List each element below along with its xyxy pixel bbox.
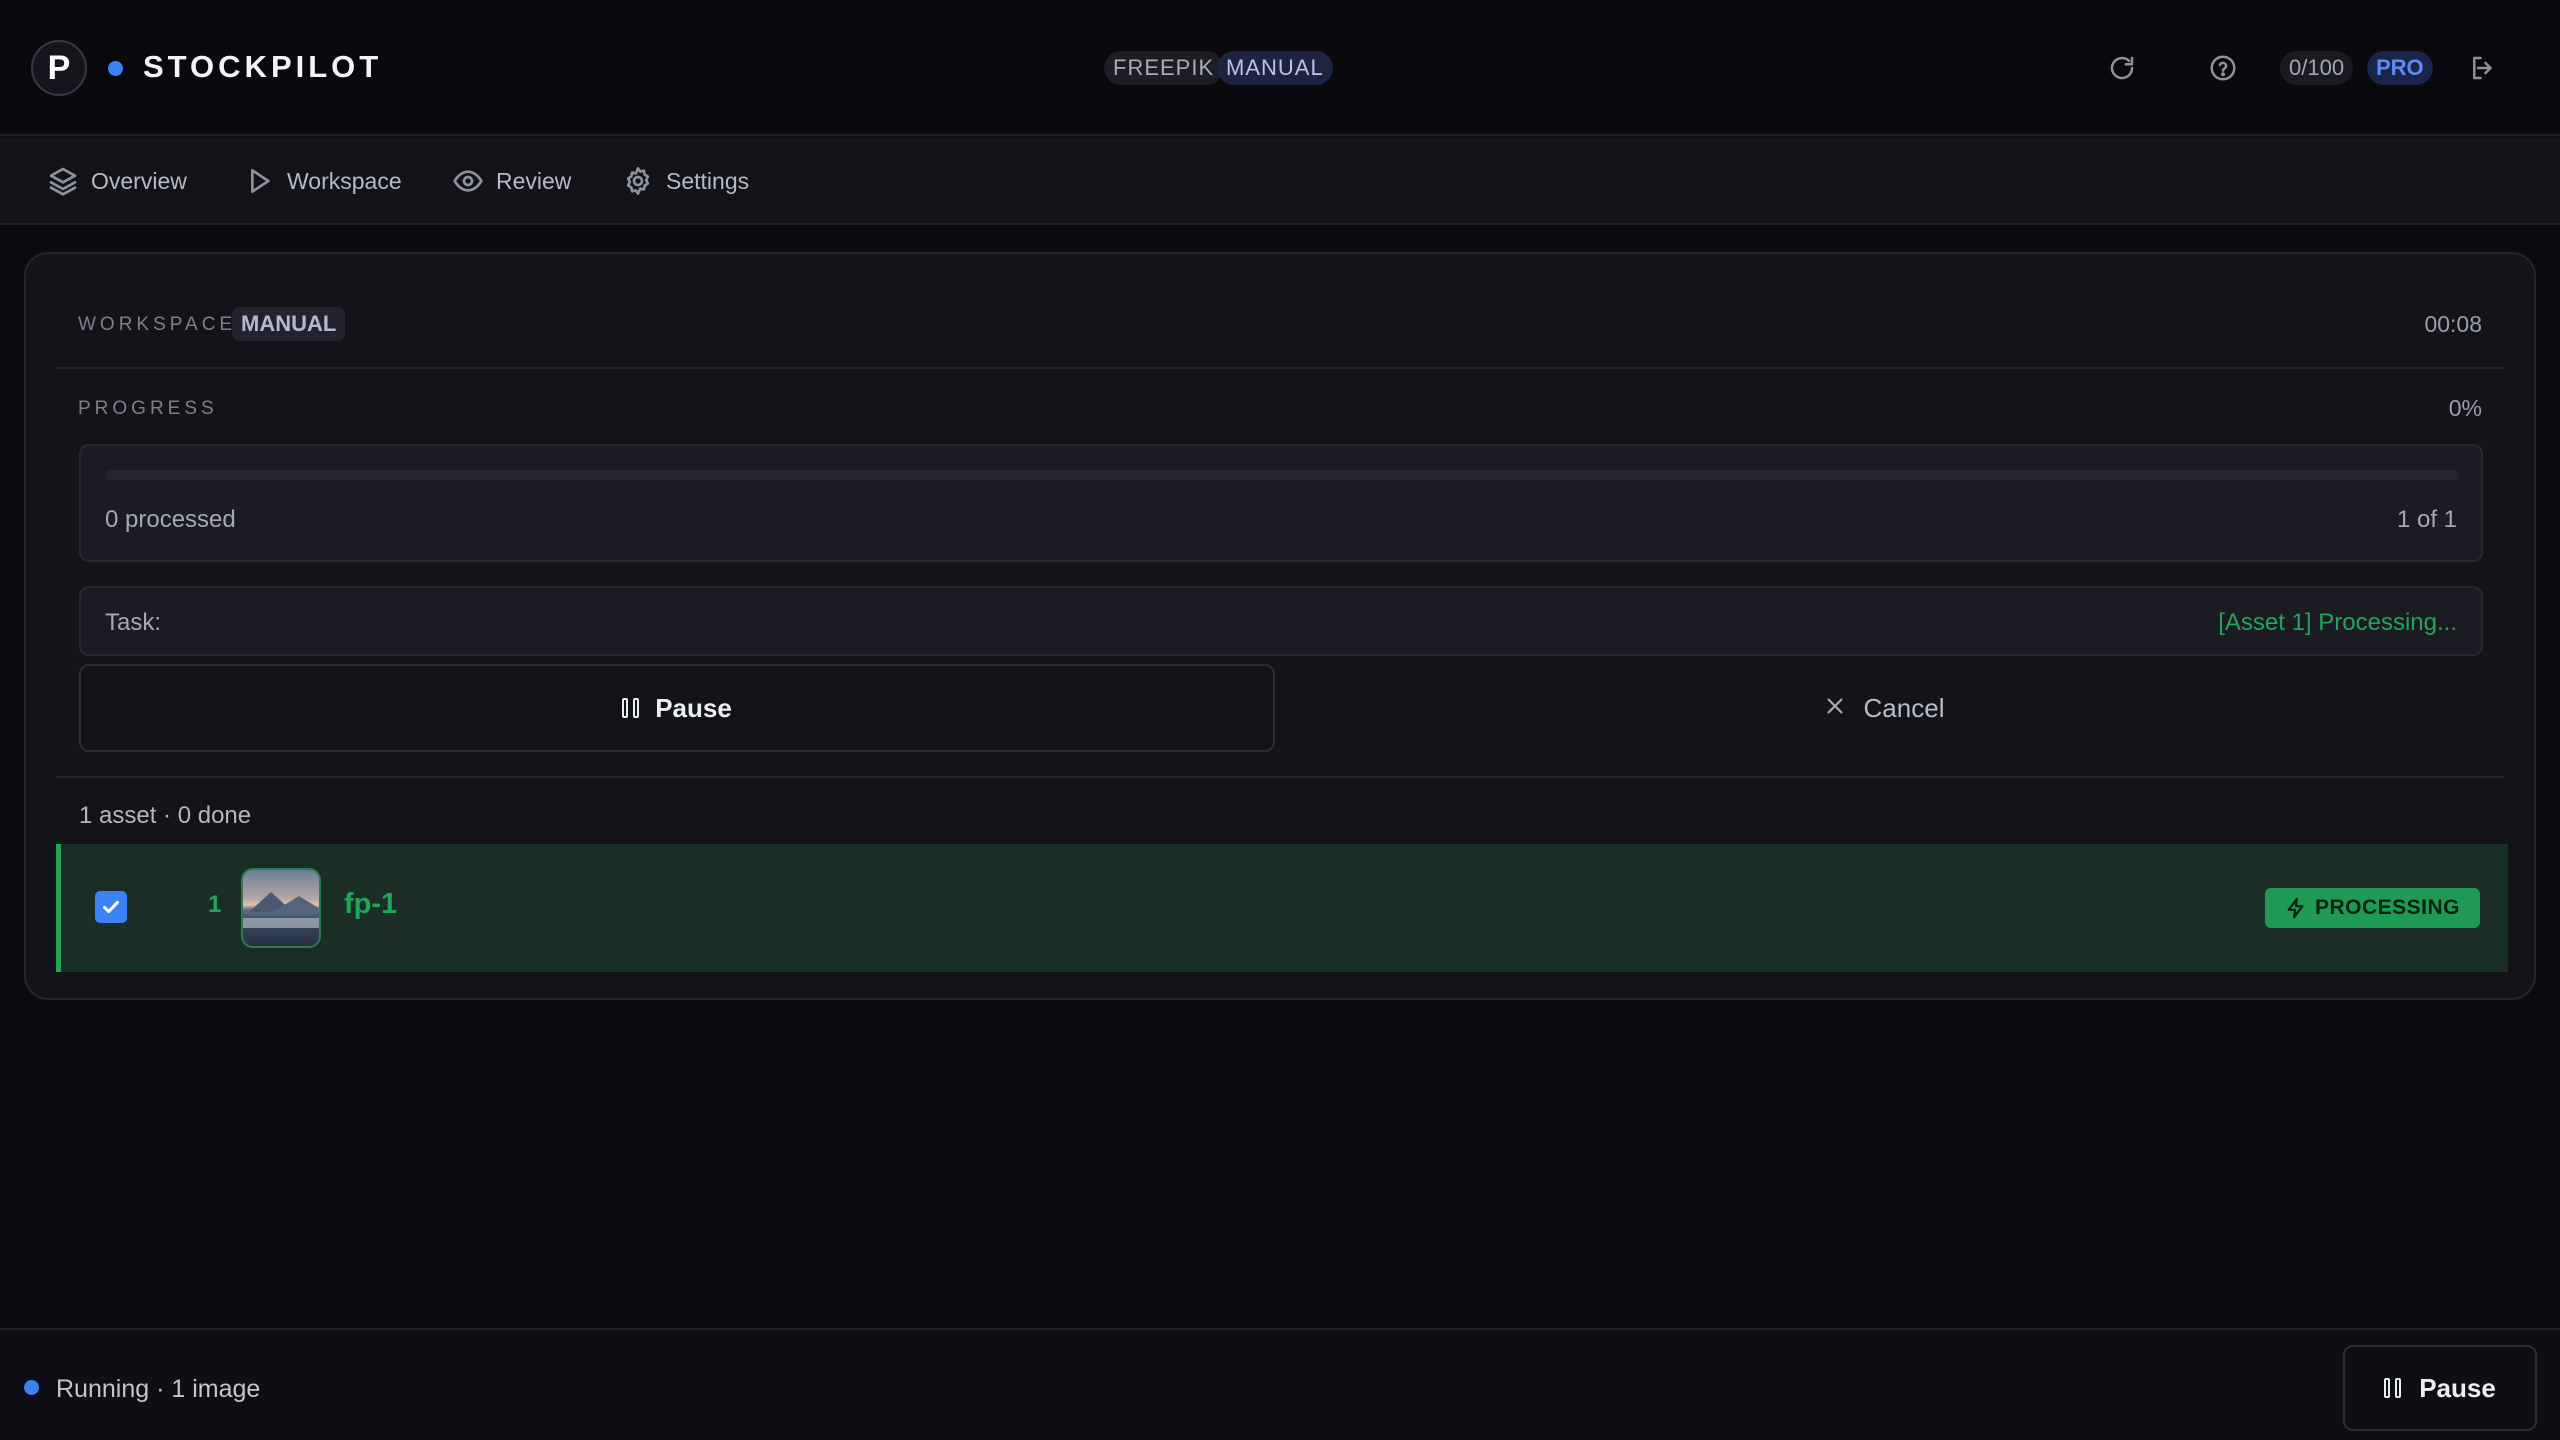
bolt-icon <box>2287 897 2304 919</box>
divider <box>56 776 2504 778</box>
pause-button-label: Pause <box>655 692 732 723</box>
eye-icon <box>453 170 483 192</box>
row-index: 1 <box>208 891 222 918</box>
asset-name: fp-1 <box>344 888 398 920</box>
status-badge-label: PROCESSING <box>2314 896 2460 919</box>
footer-pause-label: Pause <box>2419 1372 2496 1403</box>
check-icon <box>103 900 119 914</box>
source-chip: FREEPIK <box>1104 51 1224 85</box>
brand-name: STOCKPILOT <box>143 49 383 84</box>
nav-item-overview[interactable]: Overview <box>47 137 187 225</box>
run-status: Running · 1 image <box>56 1375 261 1403</box>
elapsed-timer: 00:08 <box>2424 311 2482 337</box>
nav-item-workspace[interactable]: Workspace <box>243 137 402 225</box>
workspace-label: WORKSPACE <box>78 314 237 335</box>
asset-summary: 1 asset · 0 done <box>79 802 252 829</box>
workspace-card: WORKSPACE MANUAL 00:08 PROGRESS 0% 0 pro… <box>24 252 2536 1000</box>
progress-bar <box>105 470 2459 480</box>
logo: P <box>31 40 87 96</box>
nav-item-label: Workspace <box>287 167 402 194</box>
workspace-mode-chip: MANUAL <box>232 307 346 341</box>
pause-icon <box>622 698 640 718</box>
divider <box>56 367 2504 369</box>
logout-icon[interactable] <box>2461 46 2505 90</box>
close-icon <box>1824 693 1846 724</box>
play-icon <box>251 169 270 193</box>
task-status: [Asset 1] Processing... <box>2218 609 2457 636</box>
progress-panel: 0 processed 1 of 1 <box>79 444 2483 562</box>
nav-item-label: Settings <box>666 167 750 194</box>
refresh-icon[interactable] <box>2100 46 2144 90</box>
mode-chip: MANUAL <box>1217 51 1333 85</box>
processed-count: 0 processed <box>105 506 236 533</box>
task-label: Task: <box>105 609 162 636</box>
row-checkbox[interactable] <box>95 891 127 923</box>
credits-counter: 0/100 <box>2280 51 2354 85</box>
progress-position: 1 of 1 <box>2396 506 2457 533</box>
nav-item-settings[interactable]: Settings <box>622 137 749 225</box>
plan-badge: PRO <box>2367 51 2433 85</box>
cancel-button[interactable]: Cancel <box>1285 664 2483 752</box>
cancel-button-label: Cancel <box>1863 692 1945 723</box>
status-footer: Running · 1 image Pause <box>0 1328 2560 1440</box>
pause-icon <box>2384 1378 2402 1398</box>
table-row[interactable]: 1 fp-1 PROCESSING <box>56 844 2508 972</box>
task-panel: Task: [Asset 1] Processing... <box>79 586 2483 656</box>
top-header: P STOCKPILOT FREEPIK MANUAL 0/100 PRO <box>0 0 2560 136</box>
nav-item-label: Review <box>496 167 572 194</box>
layers-icon <box>49 167 77 196</box>
nav-item-review[interactable]: Review <box>452 137 571 225</box>
nav-item-label: Overview <box>91 167 187 194</box>
help-icon[interactable] <box>2201 46 2245 90</box>
progress-label: PROGRESS <box>78 398 218 419</box>
progress-percent: 0% <box>2448 395 2482 421</box>
gear-icon <box>626 167 650 195</box>
status-badge: PROCESSING <box>2264 888 2480 928</box>
pause-button[interactable]: Pause <box>79 664 1275 752</box>
footer-pause-button[interactable]: Pause <box>2343 1345 2537 1431</box>
running-dot-icon <box>24 1380 39 1395</box>
status-dot-icon <box>108 61 123 76</box>
main-nav: Overview Workspace Review Settings <box>0 137 2560 225</box>
asset-thumbnail[interactable] <box>241 868 321 948</box>
